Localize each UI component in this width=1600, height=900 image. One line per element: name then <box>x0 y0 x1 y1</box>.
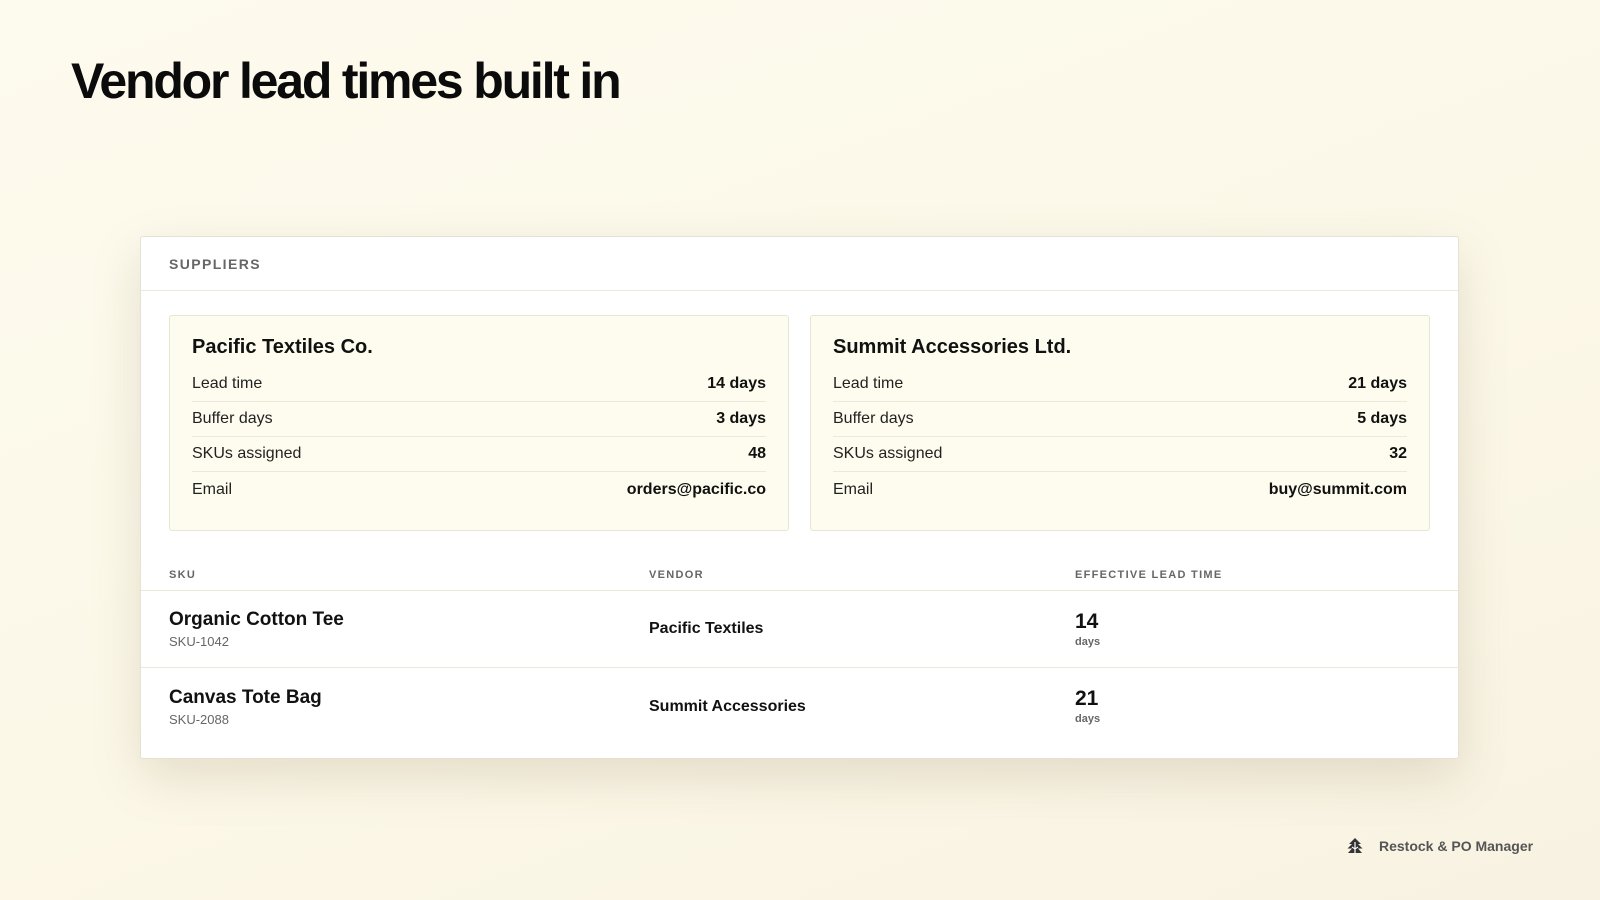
lead-time-value: 14 <box>1075 609 1099 633</box>
field-value: 21 days <box>1348 375 1407 392</box>
lead-time-unit: days <box>1075 635 1101 648</box>
field-value: 14 days <box>707 375 766 392</box>
column-header-sku[interactable]: SKU <box>141 569 649 581</box>
table-header: SKU VENDOR EFFECTIVE LEAD TIME <box>141 569 1458 591</box>
lead-time-row: Lead time 14 days <box>192 367 766 402</box>
field-label: SKUs assigned <box>192 445 302 462</box>
field-label: Email <box>833 480 874 498</box>
lead-time-value: 21 <box>1075 687 1099 710</box>
field-value: 48 <box>748 445 766 462</box>
tree-logo-icon <box>1347 838 1363 853</box>
sku-cell: Organic Cotton Tee SKU-1042 <box>141 609 649 649</box>
brand-footer: Restock & PO Manager <box>1345 836 1533 856</box>
table-row[interactable]: Canvas Tote Bag SKU-2088 Summit Accessor… <box>141 668 1458 745</box>
field-label: SKUs assigned <box>833 445 943 462</box>
field-value: 32 <box>1389 445 1407 462</box>
field-label: Email <box>192 480 233 498</box>
suppliers-panel: SUPPLIERS Pacific Textiles Co. Lead time… <box>140 236 1459 759</box>
email-row: Email orders@pacific.co <box>192 472 766 507</box>
sku-code: SKU-2088 <box>169 711 229 727</box>
sku-table: SKU VENDOR EFFECTIVE LEAD TIME Organic C… <box>141 569 1458 745</box>
supplier-card[interactable]: Pacific Textiles Co. Lead time 14 days B… <box>169 315 789 531</box>
sku-name: Organic Cotton Tee <box>169 609 344 630</box>
email-value: orders@pacific.co <box>626 480 766 498</box>
column-header-vendor[interactable]: VENDOR <box>649 569 1075 581</box>
skus-assigned-row: SKUs assigned 48 <box>192 437 766 472</box>
field-label: Buffer days <box>833 410 914 427</box>
panel-title: SUPPLIERS <box>169 255 261 272</box>
supplier-name: Pacific Textiles Co. <box>192 336 373 358</box>
email-row: Email buy@summit.com <box>833 472 1407 507</box>
lead-time-cell: 14 days <box>1075 611 1458 648</box>
email-value: buy@summit.com <box>1268 480 1407 498</box>
sku-code: SKU-1042 <box>169 634 229 649</box>
field-value: 5 days <box>1357 410 1407 427</box>
supplier-cards: Pacific Textiles Co. Lead time 14 days B… <box>141 291 1458 531</box>
lead-time-row: Lead time 21 days <box>833 367 1407 402</box>
field-value: 3 days <box>716 410 766 427</box>
buffer-days-row: Buffer days 3 days <box>192 402 766 437</box>
brand-name: Restock & PO Manager <box>1379 838 1534 854</box>
panel-header: SUPPLIERS <box>141 237 1458 291</box>
page-headline: Vendor lead times built in <box>71 53 622 109</box>
lead-time-unit: days <box>1075 713 1101 725</box>
table-row[interactable]: Organic Cotton Tee SKU-1042 Pacific Text… <box>141 591 1458 668</box>
vendor-cell: Summit Accessories <box>649 698 1075 716</box>
vendor-cell: Pacific Textiles <box>649 620 1075 638</box>
field-label: Lead time <box>833 375 904 392</box>
field-label: Buffer days <box>192 410 273 427</box>
sku-cell: Canvas Tote Bag SKU-2088 <box>141 687 649 727</box>
field-label: Lead time <box>192 375 263 392</box>
vendor-name: Summit Accessories <box>649 697 806 715</box>
sku-name: Canvas Tote Bag <box>169 686 322 708</box>
buffer-days-row: Buffer days 5 days <box>833 402 1407 437</box>
column-header-lead-time[interactable]: EFFECTIVE LEAD TIME <box>1075 569 1458 581</box>
vendor-name: Pacific Textiles <box>649 620 764 637</box>
skus-assigned-row: SKUs assigned 32 <box>833 437 1407 472</box>
lead-time-cell: 21 days <box>1075 688 1458 725</box>
supplier-card[interactable]: Summit Accessories Ltd. Lead time 21 day… <box>810 315 1430 531</box>
supplier-name: Summit Accessories Ltd. <box>833 336 1072 358</box>
